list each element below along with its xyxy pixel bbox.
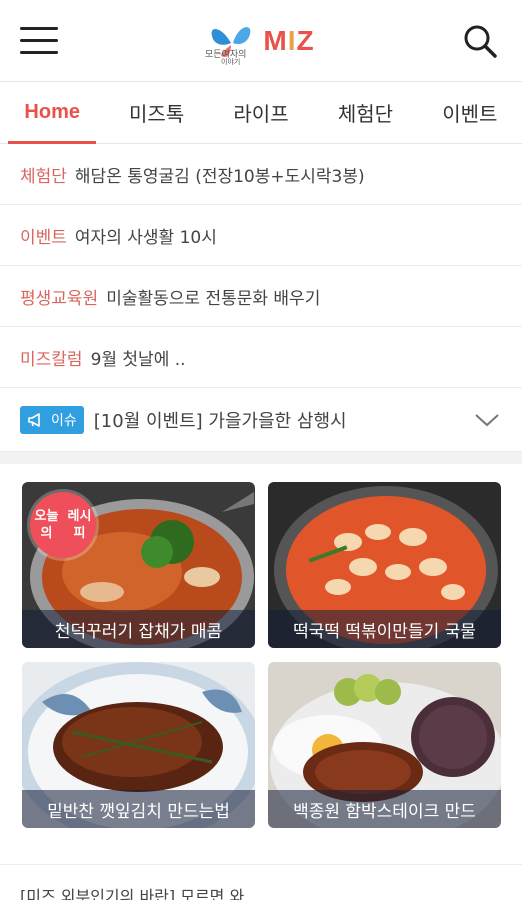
tab-bar: Home 미즈톡 라이프 체험단 이벤트	[0, 82, 522, 144]
news-category: 평생교육원	[20, 288, 99, 309]
todays-recipe-badge: 오늘의 레시피	[30, 492, 96, 558]
tab-experience[interactable]: 체험단	[313, 82, 417, 143]
issue-badge: 이슈	[20, 405, 84, 434]
chevron-down-icon[interactable]	[472, 405, 502, 435]
recipe-caption: 떡국떡 떡볶이만들기 국물	[268, 610, 501, 648]
news-item[interactable]: 평생교육원 미술활동으로 전통문화 배우기	[0, 266, 522, 327]
news-category: 이벤트	[20, 227, 67, 248]
news-title: 9월 첫날에 ..	[90, 349, 186, 370]
news-list: 체험단 해담온 통영굴김 (전장10봉+도시락3봉) 이벤트 여자의 사생활 1…	[0, 144, 522, 388]
recipe-caption: 밑반찬 깻잎김치 만드는법	[22, 790, 255, 828]
news-item[interactable]: 이벤트 여자의 사생활 10시	[0, 205, 522, 266]
recipe-card[interactable]: 백종원 함박스테이크 만드	[268, 662, 501, 828]
section-divider	[0, 452, 522, 464]
news-title: 해담온 통영굴김 (전장10봉+도시락3봉)	[74, 166, 365, 187]
search-icon[interactable]	[458, 19, 502, 63]
bottom-list-item-partial[interactable]: [미즈 외부인기의 바란] 모르면 와	[0, 864, 522, 900]
recipe-caption: 백종원 함박스테이크 만드	[268, 790, 501, 828]
news-title: 여자의 사생활 10시	[74, 227, 217, 248]
issue-bar[interactable]: 이슈 [10월 이벤트] 가을가을한 삼행시	[0, 388, 522, 452]
recipe-card[interactable]: 오늘의 레시피 천덕꾸러기 잡채가 매콤	[22, 482, 255, 648]
butterfly-logo-icon: 모든여자의 이야기	[205, 26, 251, 65]
issue-badge-label: 이슈	[51, 412, 77, 429]
news-item[interactable]: 미즈칼럼 9월 첫날에 ..	[0, 327, 522, 388]
svg-text:이야기: 이야기	[221, 57, 240, 65]
logo-text: MIZ	[263, 24, 315, 56]
menu-icon[interactable]	[20, 21, 60, 61]
tab-event[interactable]: 이벤트	[418, 82, 522, 143]
recipe-card[interactable]: 떡국떡 떡볶이만들기 국물	[268, 482, 501, 648]
megaphone-icon	[28, 412, 40, 427]
tab-life[interactable]: 라이프	[209, 82, 313, 143]
news-category: 체험단	[20, 166, 67, 187]
news-category: 미즈칼럼	[20, 349, 83, 370]
recipe-caption: 천덕꾸러기 잡채가 매콤	[22, 610, 255, 648]
news-item[interactable]: 체험단 해담온 통영굴김 (전장10봉+도시락3봉)	[0, 144, 522, 205]
tab-miztalk[interactable]: 미즈톡	[104, 82, 208, 143]
recipe-card[interactable]: 밑반찬 깻잎김치 만드는법	[22, 662, 255, 828]
bottom-peek-text: [미즈 외부인기의 바란] 모르면 와	[20, 887, 245, 900]
miz-logo[interactable]: 모든여자의 이야기 MIZ	[203, 17, 314, 65]
issue-title: [10월 이벤트] 가을가을한 삼행시	[93, 410, 347, 432]
tab-home[interactable]: Home	[0, 82, 104, 144]
recipe-grid: 오늘의 레시피 천덕꾸러기 잡채가 매콤 떡국떡 떡볶이만들기 국물 밑반찬 깻…	[0, 464, 522, 828]
news-title: 미술활동으로 전통문화 배우기	[106, 288, 321, 309]
app-header: 모든여자의 이야기 MIZ	[0, 0, 522, 82]
